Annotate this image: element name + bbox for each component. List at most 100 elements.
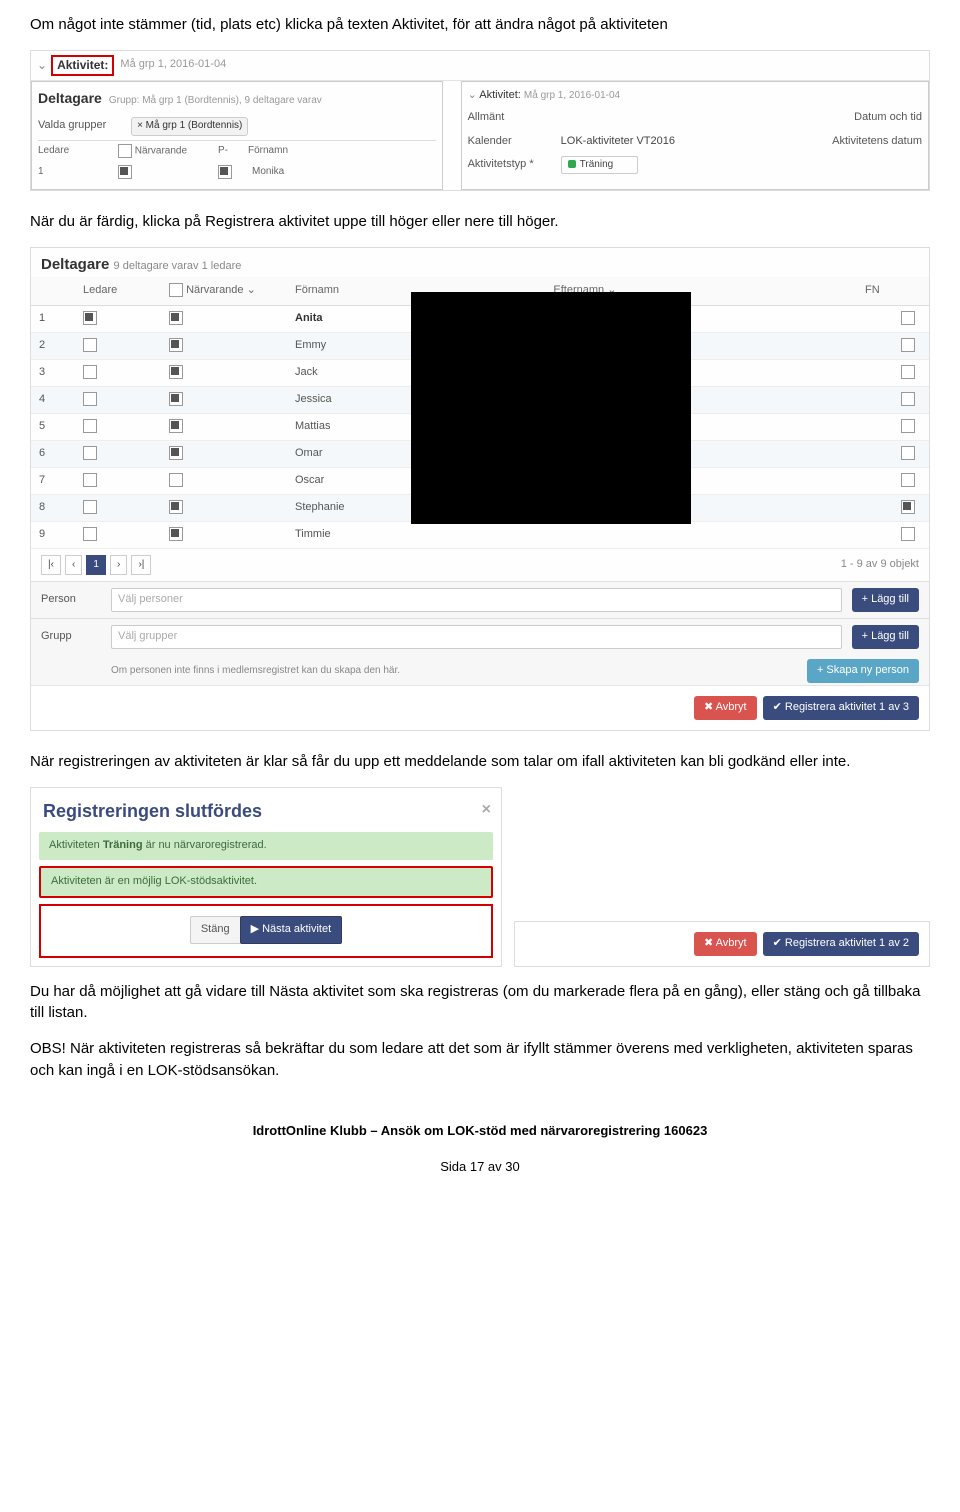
green-dot-icon xyxy=(568,160,576,168)
kalender-value: LOK-aktiviteter VT2016 xyxy=(561,135,675,147)
page-number: Sida 17 av 30 xyxy=(30,1158,930,1177)
modal-actions: Stäng ▶ Nästa aktivitet xyxy=(39,904,493,958)
footer-line: IdrottOnline Klubb – Ansök om LOK-stöd m… xyxy=(30,1122,930,1141)
modal-title-text: Registreringen slutfördes xyxy=(43,801,262,821)
row-num: 9 xyxy=(31,521,75,548)
ledare-checkbox[interactable] xyxy=(83,365,97,379)
next-activity-button[interactable]: ▶ Nästa aktivitet xyxy=(240,916,343,944)
fn-checkbox[interactable] xyxy=(901,527,915,541)
row1-name: Monika xyxy=(252,165,284,180)
kalender-label: Kalender xyxy=(468,134,558,150)
paragraph-5: OBS! När aktiviteten registreras så bekr… xyxy=(30,1038,930,1082)
side-actions-panel: ✖ Avbryt ✔ Registrera aktivitet 1 av 2 xyxy=(514,921,930,967)
narvarande-checkbox[interactable] xyxy=(169,500,183,514)
ledare-checkbox[interactable] xyxy=(83,446,97,460)
ledare-checkbox[interactable] xyxy=(83,311,97,325)
narvarande-checkbox[interactable] xyxy=(169,338,183,352)
alert-lok-possible: Aktiviteten är en möjlig LOK-stödsaktivi… xyxy=(39,866,493,898)
add-group-button[interactable]: + Lägg till xyxy=(852,625,919,649)
fn-checkbox[interactable] xyxy=(901,500,915,514)
narvarande-checkbox[interactable] xyxy=(169,473,183,487)
paragraph-3: När registreringen av aktiviteten är kla… xyxy=(30,751,930,773)
ledare-checkbox[interactable] xyxy=(83,338,97,352)
aktivitetstyp-select[interactable]: Träning xyxy=(561,156,639,175)
register-activity-button[interactable]: ✔ Registrera aktivitet 1 av 3 xyxy=(763,696,919,720)
row-num: 5 xyxy=(31,414,75,441)
narvarande-checkbox[interactable] xyxy=(169,392,183,406)
col-ledare: Ledare xyxy=(38,144,98,159)
screenshot-deltagare-table: Deltagare 9 deltagare varav 1 ledare Led… xyxy=(30,247,930,731)
aktivitet-label-box[interactable]: Aktivitet: xyxy=(51,55,114,76)
fn-checkbox[interactable] xyxy=(901,365,915,379)
create-person-note: Om personen inte finns i medlemsregistre… xyxy=(111,664,797,679)
checkbox-icon[interactable] xyxy=(118,165,132,179)
ledare-checkbox[interactable] xyxy=(83,419,97,433)
alert-registered: Aktiviteten Träning är nu närvaroregistr… xyxy=(39,832,493,860)
modal-registrering: Registreringen slutfördes × Aktiviteten … xyxy=(30,787,502,967)
fn-checkbox[interactable] xyxy=(901,473,915,487)
pager-last[interactable]: ›| xyxy=(131,555,151,576)
checkbox-icon xyxy=(118,144,132,158)
fn-checkbox[interactable] xyxy=(901,392,915,406)
create-person-button[interactable]: + Skapa ny person xyxy=(807,659,919,683)
aktivitet-right-sub: Må grp 1, 2016-01-04 xyxy=(524,90,620,101)
paragraph-2: När du är färdig, klicka på Registrera a… xyxy=(30,211,930,233)
fornamn-cell: Timmie xyxy=(287,521,545,548)
col-ledare[interactable]: Ledare xyxy=(75,277,161,305)
chevron-down-icon: ⌄ xyxy=(37,57,47,74)
deltagare-subtitle: 9 deltagare varav 1 ledare xyxy=(114,260,242,272)
col-fornamn: Förnamn xyxy=(248,144,288,159)
pager: |‹ ‹ 1 › ›| 1 - 9 av 9 objekt xyxy=(31,549,929,582)
narvarande-checkbox[interactable] xyxy=(169,365,183,379)
narvarande-checkbox[interactable] xyxy=(169,419,183,433)
section-datum-tid: Datum och tid xyxy=(854,110,922,126)
valda-grupper-label: Valda grupper xyxy=(38,118,128,134)
fn-checkbox[interactable] xyxy=(901,338,915,352)
ledare-checkbox[interactable] xyxy=(83,500,97,514)
close-button[interactable]: Stäng xyxy=(190,916,241,944)
close-icon[interactable]: × xyxy=(482,798,491,821)
fn-checkbox[interactable] xyxy=(901,311,915,325)
pager-first[interactable]: |‹ xyxy=(41,555,61,576)
doc-footer: IdrottOnline Klubb – Ansök om LOK-stöd m… xyxy=(30,1122,930,1178)
checkbox-icon[interactable] xyxy=(169,283,183,297)
paragraph-1: Om något inte stämmer (tid, plats etc) k… xyxy=(30,14,930,36)
panel-aktivitet-detaljer: ⌄ Aktivitet: Må grp 1, 2016-01-04 Allmän… xyxy=(461,81,929,190)
cancel-button[interactable]: ✖ Avbryt xyxy=(694,696,757,720)
person-input[interactable]: Välj personer xyxy=(111,588,842,612)
row-num: 3 xyxy=(31,360,75,387)
aktivitet-subtitle: Må grp 1, 2016-01-04 xyxy=(120,57,226,73)
screenshot-aktivitet-header: ⌄ Aktivitet: Må grp 1, 2016-01-04 Deltag… xyxy=(30,50,930,191)
pager-prev[interactable]: ‹ xyxy=(65,555,82,576)
row-num: 4 xyxy=(31,387,75,414)
deltagare-title: Deltagare xyxy=(41,256,109,273)
ledare-checkbox[interactable] xyxy=(83,473,97,487)
fn-checkbox[interactable] xyxy=(901,419,915,433)
grupp-input[interactable]: Välj grupper xyxy=(111,625,842,649)
narvarande-checkbox[interactable] xyxy=(169,446,183,460)
footer-actions: ✖ Avbryt ✔ Registrera aktivitet 1 av 3 xyxy=(31,685,929,730)
grupp-label: Grupp xyxy=(41,629,101,645)
ledare-checkbox[interactable] xyxy=(83,527,97,541)
pager-page[interactable]: 1 xyxy=(86,555,106,576)
person-label: Person xyxy=(41,592,101,608)
add-person-button[interactable]: + Lägg till xyxy=(852,588,919,612)
col-narvarande[interactable]: Närvarande ⌄ xyxy=(161,277,287,305)
row1-num: 1 xyxy=(38,165,98,180)
narvarande-checkbox[interactable] xyxy=(169,527,183,541)
group-tag[interactable]: × Må grp 1 (Bordtennis) xyxy=(131,117,248,136)
add-group-row: Grupp Välj grupper + Lägg till xyxy=(31,618,929,655)
deltagare-title: Deltagare xyxy=(38,90,102,106)
col-fn[interactable]: FN xyxy=(857,277,929,305)
table-row: 9 Timmie xyxy=(31,521,929,548)
fn-checkbox[interactable] xyxy=(901,446,915,460)
aktivitet-right-label[interactable]: Aktivitet: xyxy=(479,89,521,101)
side-register-button[interactable]: ✔ Registrera aktivitet 1 av 2 xyxy=(763,932,919,956)
side-cancel-button[interactable]: ✖ Avbryt xyxy=(694,932,757,956)
pager-next[interactable]: › xyxy=(110,555,127,576)
narvarande-checkbox[interactable] xyxy=(169,311,183,325)
ledare-checkbox[interactable] xyxy=(83,392,97,406)
deltagare-group-info: Grupp: Må grp 1 (Bordtennis), 9 deltagar… xyxy=(109,95,322,106)
col-narvarande: Närvarande xyxy=(118,144,198,159)
checkbox-icon[interactable] xyxy=(218,165,232,179)
